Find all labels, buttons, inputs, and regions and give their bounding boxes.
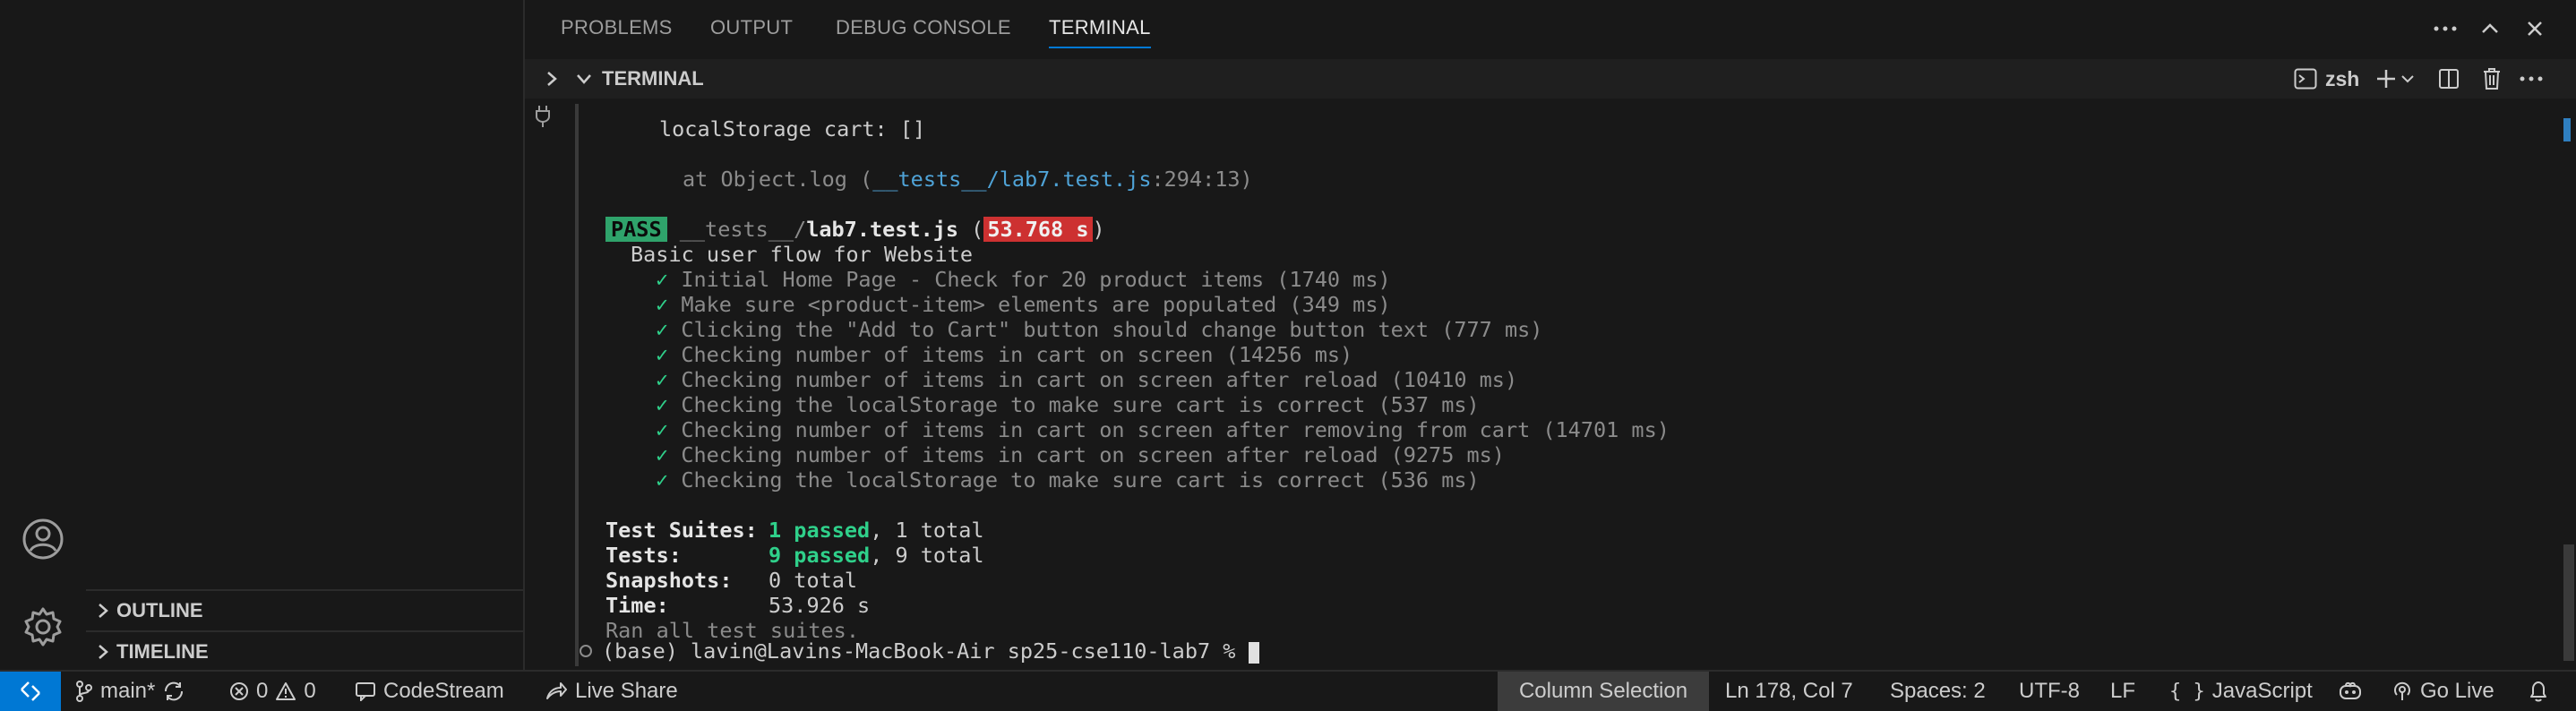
chevron-right-icon <box>97 602 109 620</box>
codestream-icon <box>356 682 375 701</box>
side-bar: OUTLINE TIMELINE <box>86 0 525 670</box>
terminal-output[interactable]: localStorage cart: [] at Object.log (__t… <box>575 104 2531 666</box>
test-file: lab7.test.js <box>806 217 959 242</box>
chevron-down-icon[interactable] <box>568 63 600 95</box>
error-count: 0 <box>256 679 269 703</box>
panel-tabs: PROBLEMS OUTPUT DEBUG CONSOLE TERMINAL <box>525 0 2576 57</box>
pass-badge: PASS <box>605 217 667 242</box>
terminal-line: localStorage cart: [] <box>659 116 926 141</box>
indentation-item[interactable]: Spaces: 2 <box>1890 672 1986 711</box>
check-icon: ✓ <box>656 342 669 367</box>
timeline-section[interactable]: TIMELINE <box>86 630 523 672</box>
check-icon: ✓ <box>656 292 669 317</box>
check-icon: ✓ <box>656 392 669 417</box>
test-item: ✓ Checking number of items in cart on sc… <box>656 442 1505 467</box>
tab-problems[interactable]: PROBLEMS <box>561 16 673 39</box>
cursor-position-item[interactable]: Ln 178, Col 7 <box>1725 672 1853 711</box>
activity-bar <box>0 0 88 670</box>
more-actions-icon[interactable] <box>2429 13 2461 45</box>
go-live-item[interactable]: Go Live <box>2391 672 2494 711</box>
warning-count: 0 <box>304 679 316 703</box>
chevron-down-icon[interactable] <box>2397 63 2418 95</box>
test-result-line: PASS __tests__/lab7.test.js (53.768 s) <box>605 217 1105 242</box>
braces-icon: { } <box>2169 680 2205 703</box>
close-panel-icon[interactable] <box>2519 13 2551 45</box>
check-icon: ✓ <box>656 467 669 493</box>
suite-name: Basic user flow for Website <box>631 242 974 267</box>
remote-indicator-button[interactable] <box>0 672 61 711</box>
test-time-badge: 53.768 s <box>983 217 1093 242</box>
live-share-item[interactable]: Live Share <box>545 672 678 711</box>
check-icon: ✓ <box>656 417 669 442</box>
shell-prompt: (base) lavin@Lavins-MacBook-Air sp25-cse… <box>602 638 1249 664</box>
terminal-scrollbar[interactable] <box>2562 99 2576 670</box>
summary-tests: Tests: 9 passed, 9 total <box>605 543 984 568</box>
notifications-bell-icon[interactable] <box>2528 672 2549 711</box>
tab-output[interactable]: OUTPUT <box>710 16 793 39</box>
error-icon <box>230 682 248 700</box>
check-icon: ✓ <box>656 442 669 467</box>
summary-time: Time: 53.926 s <box>605 593 871 618</box>
check-icon: ✓ <box>656 267 669 292</box>
terminal-gutter <box>525 99 568 670</box>
eol-item[interactable]: LF <box>2110 672 2135 711</box>
language-mode-item[interactable]: { } JavaScript <box>2169 672 2313 711</box>
check-icon: ✓ <box>656 367 669 392</box>
copilot-icon[interactable] <box>2338 672 2363 711</box>
warning-icon <box>276 682 296 700</box>
test-item: ✓ Clicking the "Add to Cart" button shou… <box>656 317 1543 342</box>
chevron-right-icon[interactable] <box>536 63 568 95</box>
bottom-panel: PROBLEMS OUTPUT DEBUG CONSOLE TERMINAL T… <box>525 0 2576 670</box>
terminal-line: at Object.log (__tests__/lab7.test.js:29… <box>683 167 1253 192</box>
outline-label: OUTLINE <box>116 599 203 621</box>
maximize-panel-icon[interactable] <box>2474 13 2506 45</box>
test-item: ✓ Checking number of items in cart on sc… <box>656 342 1353 367</box>
chevron-right-icon <box>97 643 109 661</box>
tab-debug-console[interactable]: DEBUG CONSOLE <box>836 16 1011 39</box>
branch-indicator[interactable]: main* <box>75 672 185 711</box>
trash-icon[interactable] <box>2476 63 2508 95</box>
settings-gear-icon[interactable] <box>21 605 64 648</box>
summary-suites: Test Suites: 1 passed, 1 total <box>605 518 984 543</box>
stack-suffix: :294:13) <box>1151 167 1253 192</box>
summary-snapshots: Snapshots: 0 total <box>605 568 858 593</box>
test-item: ✓ Checking number of items in cart on sc… <box>656 417 1670 442</box>
test-item: ✓ Checking the localStorage to make sure… <box>656 392 1480 417</box>
shell-name[interactable]: zsh <box>2325 67 2359 91</box>
stack-prefix: at Object.log ( <box>683 167 873 192</box>
codestream-item[interactable]: CodeStream <box>355 672 504 711</box>
column-selection-item[interactable]: Column Selection <box>1498 672 1709 711</box>
test-item: ✓ Checking number of items in cart on sc… <box>656 367 1518 392</box>
git-branch-icon <box>76 681 92 702</box>
test-item: ✓ Initial Home Page - Check for 20 produ… <box>656 267 1391 292</box>
command-decoration-icon[interactable] <box>579 644 593 658</box>
encoding-item[interactable]: UTF-8 <box>2019 672 2080 711</box>
plug-icon[interactable] <box>534 104 552 129</box>
prompt-line[interactable]: (base) lavin@Lavins-MacBook-Air sp25-cse… <box>602 638 1259 664</box>
branch-name: main* <box>100 679 156 703</box>
test-item: ✓ Checking the localStorage to make sure… <box>656 467 1480 493</box>
live-share-icon <box>546 682 567 699</box>
stack-file-link[interactable]: __tests__/lab7.test.js <box>872 167 1151 192</box>
broadcast-icon <box>2394 681 2410 700</box>
tab-terminal[interactable]: TERMINAL <box>1049 16 1151 48</box>
account-icon[interactable] <box>21 518 64 561</box>
check-icon: ✓ <box>656 317 669 342</box>
terminal-section-title: TERMINAL <box>602 67 704 90</box>
split-terminal-icon[interactable] <box>2433 63 2465 95</box>
timeline-label: TIMELINE <box>116 640 209 663</box>
status-bar: main* 0 0 CodeStream Live Share Column S… <box>0 670 2576 711</box>
problems-indicator[interactable]: 0 0 <box>229 672 316 711</box>
remote-icon <box>21 681 40 701</box>
terminal-shell-icon <box>2289 63 2322 95</box>
more-actions-icon[interactable] <box>2515 63 2547 95</box>
terminal-cursor <box>1248 641 1259 664</box>
sync-icon <box>165 681 184 701</box>
outline-section[interactable]: OUTLINE <box>86 589 523 630</box>
test-dir: __tests__/ <box>679 217 807 242</box>
terminal-header: TERMINAL zsh <box>525 59 2576 99</box>
test-item: ✓ Make sure <product-item> elements are … <box>656 292 1391 317</box>
